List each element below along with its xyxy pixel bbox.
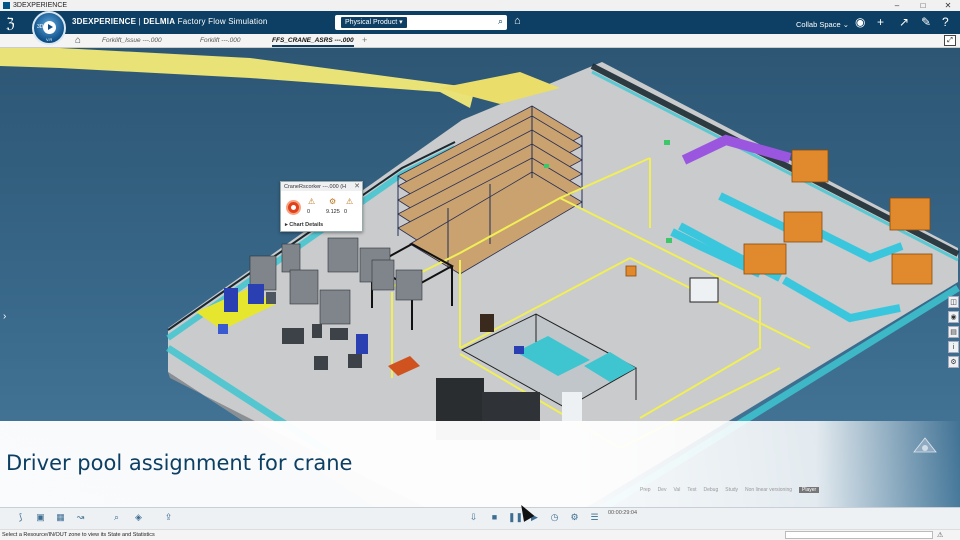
tab-ffs-crane-asrs[interactable]: FFS_CRANE_ASRS ---.000	[272, 37, 354, 47]
resource-stats-panel: CraneRscorker ---.000 (H ✕ ⚠ ⚙ ⚠ 0 9.125…	[280, 181, 363, 232]
phase-study[interactable]: Study	[725, 487, 738, 493]
status-bar: Select a Resource/IN/OUT zone to view it…	[0, 529, 960, 540]
agv	[689, 277, 719, 303]
waiting-icon: ⚠	[308, 197, 316, 206]
tab-forklift[interactable]: Forklift ---.000	[200, 37, 240, 44]
phase-selector: Prep Dev Val Test Debug Study Non linear…	[640, 487, 820, 493]
app-name: Factory Flow Simulation	[175, 17, 268, 26]
navigation-cube-icon[interactable]	[912, 436, 938, 458]
phase-prep[interactable]: Prep	[640, 487, 651, 493]
compass-version: V.R	[46, 37, 53, 42]
os-title: 3DEXPERIENCE	[13, 2, 68, 9]
side-tool-settings-icon[interactable]: ⚙	[948, 356, 959, 368]
app-icon	[3, 2, 10, 9]
side-tool-view-icon[interactable]: ◉	[948, 311, 959, 323]
panel-title: CraneRscorker ---.000 (H	[281, 182, 362, 191]
side-tool-camera-icon[interactable]: ◫	[948, 296, 959, 308]
panel-close-icon[interactable]: ✕	[354, 182, 360, 190]
phase-non-linear-versioning[interactable]: Non linear versioning	[745, 487, 792, 493]
brand-name: DELMIA	[143, 17, 176, 26]
phase-val[interactable]: Val	[673, 487, 680, 493]
fullscreen-icon[interactable]: ⤢	[944, 35, 956, 46]
working-value: 9.125	[326, 209, 340, 215]
simulation-timecode: 00:00:29:04	[608, 510, 638, 516]
os-title-bar: 3DEXPERIENCE – □ ✕	[0, 0, 960, 11]
side-tool-layers-icon[interactable]: ▤	[948, 326, 959, 338]
add-icon[interactable]: +	[877, 15, 884, 29]
brand-prefix: 3DEXPERIENCE	[72, 17, 137, 26]
tools-icon[interactable]: ✎	[921, 15, 931, 29]
machine-front	[562, 392, 582, 422]
inbound-conveyor	[0, 48, 475, 108]
search-scope-dropdown[interactable]: Physical Product ▾	[341, 17, 407, 28]
brown-box	[480, 314, 494, 332]
share-icon[interactable]: ↗	[899, 15, 909, 29]
waiting-value: 0	[307, 209, 311, 215]
app-brand: 3DEXPERIENCE | DELMIA Factory Flow Simul…	[72, 17, 268, 26]
new-tab-button[interactable]: +	[362, 35, 367, 45]
collab-space-selector[interactable]: Collab Space ⌄	[796, 20, 849, 29]
blue-unit	[514, 346, 524, 354]
tab-bar: ⌂ Forklift_Issue ---.000 Forklift ---.00…	[0, 34, 960, 48]
cube-icon[interactable]: ◈	[132, 511, 145, 524]
phase-player[interactable]: Player	[799, 487, 820, 493]
blocked-icon: ⚠	[346, 197, 354, 206]
stop-state-icon	[286, 200, 301, 215]
speed-icon[interactable]: ◷	[548, 511, 561, 524]
import-icon[interactable]: ⇩	[467, 511, 480, 524]
connect-icon[interactable]: ⟆	[14, 511, 27, 524]
blocked-value: 0	[344, 209, 348, 215]
phase-test[interactable]: Test	[687, 487, 696, 493]
working-icon: ⚙	[329, 197, 337, 206]
top-app-bar: ℨ 3DEXPERIENCE | DELMIA Factory Flow Sim…	[0, 11, 960, 34]
compass-button[interactable]: 3D V.R	[32, 11, 66, 45]
ds-logo-icon: ℨ	[6, 15, 15, 31]
side-toolbar: ◫ ◉ ▤ i ⚙	[948, 296, 960, 371]
search-bar: Physical Product ▾ ⌕	[335, 15, 507, 30]
caption-text: Driver pool assignment for crane	[6, 451, 353, 475]
tab-forklift-issue[interactable]: Forklift_Issue ---.000	[102, 37, 162, 44]
expand-left-panel-icon[interactable]: ›	[3, 311, 6, 322]
minimize-button[interactable]: –	[886, 0, 908, 11]
play-icon	[43, 21, 56, 34]
home-icon[interactable]: ⌂	[75, 35, 81, 46]
bottom-toolbar: ⟆ ▣ ▦ ↝ ⌕ ◈ ⇪ ⇩ ■ ❚❚ ▶ ◷ ⚙ ☰ 00:00:29:04	[0, 507, 960, 529]
help-icon[interactable]: ?	[942, 15, 949, 29]
phase-dev[interactable]: Dev	[658, 487, 667, 493]
tag-icon[interactable]: ⌂	[514, 15, 521, 27]
user-icon[interactable]: ◉	[855, 15, 865, 29]
container-icon[interactable]: ▦	[54, 511, 67, 524]
chart-details-toggle[interactable]: ▸ Chart Details	[285, 222, 323, 228]
settings-icon[interactable]: ⚙	[568, 511, 581, 524]
app-window: 3DEXPERIENCE – □ ✕ ℨ 3DEXPERIENCE | DELM…	[0, 0, 960, 540]
resource-icon[interactable]: ▣	[34, 511, 47, 524]
search-icon[interactable]: ⌕	[498, 16, 503, 27]
phase-debug[interactable]: Debug	[704, 487, 719, 493]
status-text: Select a Resource/IN/OUT zone to view it…	[2, 532, 155, 538]
search-input[interactable]	[413, 17, 493, 28]
flow-icon[interactable]: ↝	[74, 511, 87, 524]
close-window-button[interactable]: ✕	[937, 0, 959, 11]
list-icon[interactable]: ☰	[588, 511, 601, 524]
inspect-icon[interactable]: ⌕	[110, 511, 123, 524]
export-icon[interactable]: ⇪	[162, 511, 175, 524]
side-tool-info-icon[interactable]: i	[948, 341, 959, 353]
status-warning-icon[interactable]: ⚠	[937, 531, 943, 539]
stop-icon[interactable]: ■	[488, 511, 501, 524]
maximize-button[interactable]: □	[912, 0, 934, 11]
status-input-field[interactable]	[785, 531, 933, 539]
caption-overlay: Driver pool assignment for crane Prep De…	[0, 421, 960, 507]
